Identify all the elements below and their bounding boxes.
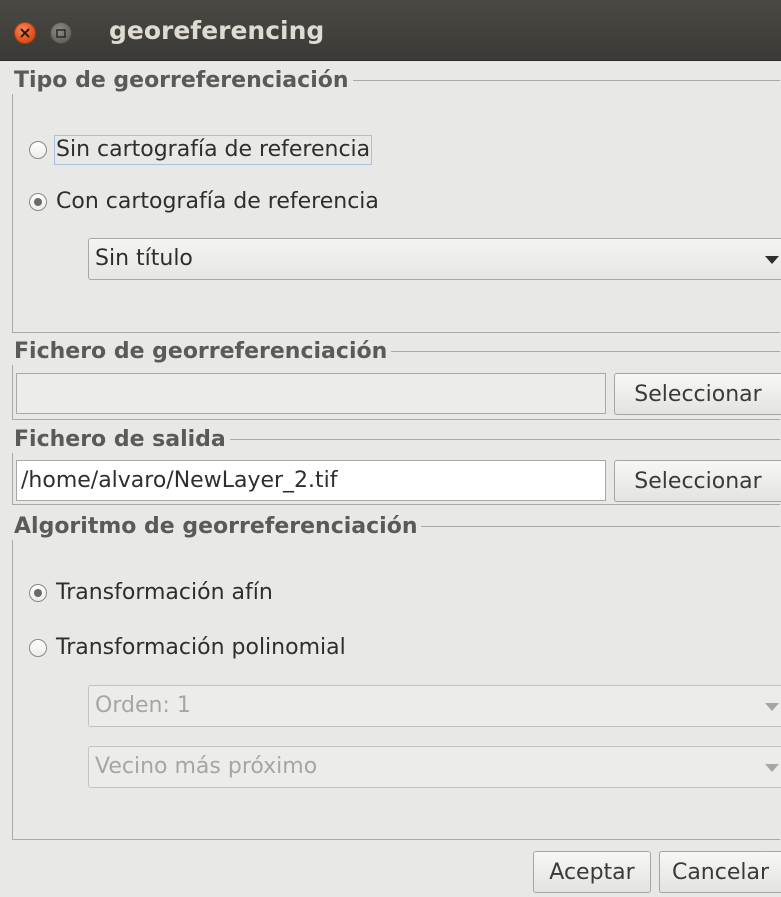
cancel-button[interactable]: Cancelar <box>659 851 781 893</box>
output-file-input[interactable] <box>16 460 606 501</box>
cartography-combo[interactable]: Sin título <box>88 238 781 280</box>
tipo-georref-title: Tipo de georreferenciación <box>12 68 353 94</box>
radio-con-cartografia[interactable]: Con cartografía de referencia <box>29 187 381 217</box>
orden-combo[interactable]: Orden: 1 <box>88 685 781 727</box>
radio-afin-indicator[interactable] <box>29 584 47 602</box>
radio-sin-cartografia[interactable]: Sin cartografía de referencia <box>29 135 373 165</box>
output-select-button[interactable]: Seleccionar <box>614 460 781 502</box>
interpolation-combo-value: Vecino más próximo <box>95 754 318 779</box>
radio-con-indicator[interactable] <box>29 193 47 211</box>
radio-transformacion-afin[interactable]: Transformación afín <box>29 578 275 608</box>
accept-button[interactable]: Aceptar <box>533 851 651 893</box>
fichero-salida-title: Fichero de salida <box>12 427 230 453</box>
georeferencing-dialog: georeferencing Tipo de georreferenciació… <box>0 0 781 897</box>
chevron-down-icon <box>765 764 779 772</box>
title-bar: georeferencing <box>0 0 781 61</box>
algoritmo-group <box>12 526 780 840</box>
radio-transformacion-polinomial[interactable]: Transformación polinomial <box>29 633 348 663</box>
radio-sin-label[interactable]: Sin cartografía de referencia <box>54 135 373 165</box>
radio-con-label[interactable]: Con cartografía de referencia <box>54 188 381 216</box>
interpolation-combo[interactable]: Vecino más próximo <box>88 746 781 788</box>
chevron-down-icon <box>765 703 779 711</box>
radio-sin-indicator[interactable] <box>29 141 47 159</box>
radio-polinomial-label[interactable]: Transformación polinomial <box>54 634 348 662</box>
orden-combo-value: Orden: 1 <box>95 693 191 718</box>
chevron-down-icon <box>765 256 779 264</box>
radio-polinomial-indicator[interactable] <box>29 639 47 657</box>
georref-file-input[interactable] <box>16 373 606 414</box>
algoritmo-title: Algoritmo de georreferenciación <box>12 514 422 540</box>
radio-afin-label[interactable]: Transformación afín <box>54 579 275 607</box>
cartography-combo-value: Sin título <box>95 246 193 271</box>
window-title: georeferencing <box>109 16 325 45</box>
maximize-icon[interactable] <box>50 22 72 44</box>
close-icon[interactable] <box>14 22 36 44</box>
georref-select-button[interactable]: Seleccionar <box>614 373 781 415</box>
fichero-georref-title: Fichero de georreferenciación <box>12 339 392 365</box>
